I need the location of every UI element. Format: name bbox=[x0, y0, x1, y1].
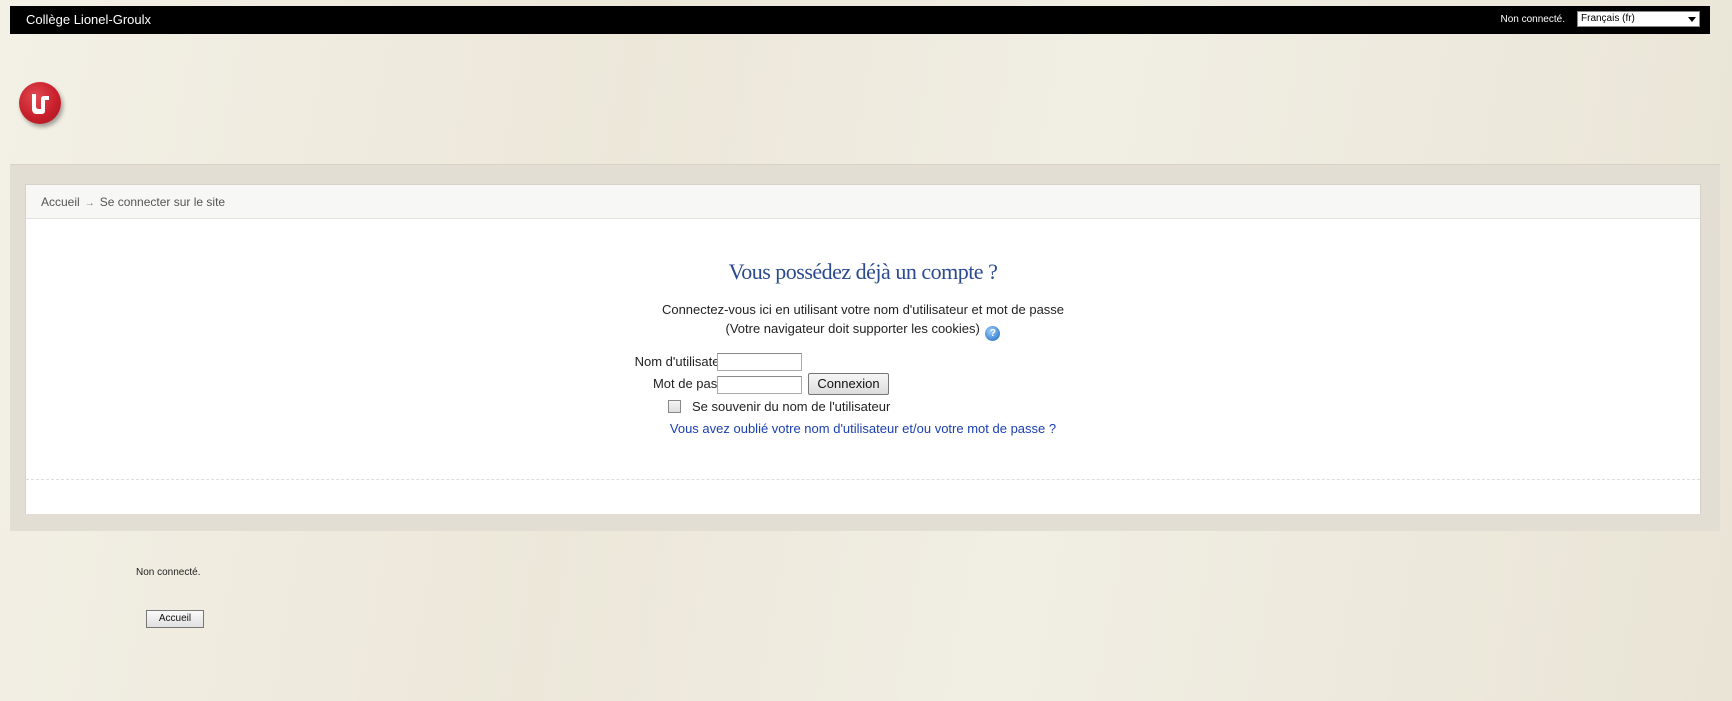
breadcrumb-current: Se connecter sur le site bbox=[99, 195, 226, 209]
remember-username-checkbox[interactable] bbox=[668, 400, 681, 413]
top-bar: Collège Lionel-Groulx Non connecté. Fran… bbox=[10, 6, 1710, 34]
breadcrumb-home-link[interactable]: Accueil bbox=[41, 195, 80, 209]
login-button[interactable]: Connexion bbox=[808, 373, 889, 395]
language-select-value: Français (fr) bbox=[1581, 13, 1635, 24]
footer-home-button[interactable]: Accueil bbox=[146, 610, 204, 628]
footer-login-info: Non connecté. bbox=[136, 567, 201, 578]
login-info: Non connecté. bbox=[1500, 14, 1566, 25]
language-select[interactable]: Français (fr) bbox=[1577, 11, 1700, 27]
navbar: Accueil → Se connecter sur le site bbox=[26, 185, 1700, 219]
password-input[interactable] bbox=[717, 376, 802, 394]
username-input[interactable] bbox=[717, 353, 802, 371]
content-panel: Accueil → Se connecter sur le site Vous po… bbox=[25, 184, 1701, 514]
username-label: Nom d'utilisateur bbox=[634, 354, 731, 369]
logo-mark-icon bbox=[32, 94, 49, 114]
remember-username-label[interactable]: Se souvenir du nom de l'utilisateur bbox=[692, 399, 890, 414]
site-name-link[interactable]: Collège Lionel-Groulx bbox=[26, 12, 151, 27]
forgot-password-link[interactable]: Vous avez oublié votre nom d'utilisateur… bbox=[26, 421, 1700, 436]
chevron-down-icon bbox=[1688, 17, 1696, 22]
login-box: Vous possédez déjà un compte ? Connectez… bbox=[26, 219, 1700, 479]
breadcrumb: Accueil → Se connecter sur le site bbox=[41, 195, 225, 209]
breadcrumb-arrow-icon: → bbox=[84, 198, 95, 209]
panel-footer bbox=[26, 479, 1700, 514]
login-title: Vous possédez déjà un compte ? bbox=[728, 259, 998, 284]
login-description: Connectez-vous ici en utilisant votre no… bbox=[661, 302, 1065, 317]
college-logo[interactable] bbox=[19, 82, 61, 124]
help-icon[interactable]: ? bbox=[985, 326, 1001, 341]
cookies-notice: (Votre navigateur doit supporter les coo… bbox=[26, 321, 1700, 341]
password-label: Mot de passe bbox=[652, 376, 731, 391]
cookies-notice-text: (Votre navigateur doit supporter les coo… bbox=[725, 321, 980, 336]
